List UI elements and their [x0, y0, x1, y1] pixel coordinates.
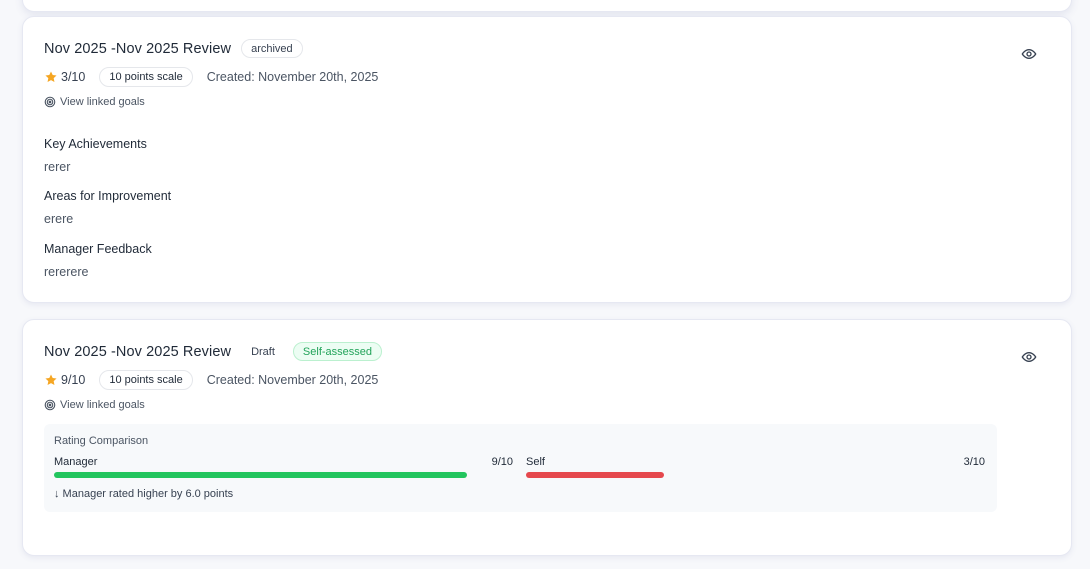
self-bar-track	[526, 472, 985, 478]
target-icon	[44, 399, 56, 411]
section-body: rerer	[44, 160, 71, 174]
manager-bar	[54, 472, 467, 478]
comparison-title: Rating Comparison	[54, 435, 149, 447]
review-title: Nov 2025 -Nov 2025 Review	[44, 343, 232, 360]
section-areas-for-improvement: Areas for Improvement erere	[44, 189, 171, 226]
eye-icon[interactable]	[1021, 46, 1037, 62]
status-badge: archived	[241, 39, 303, 58]
created-date: Created: November 20th, 2025	[206, 70, 379, 84]
review-meta: 3/10 10 points scale Created: November 2…	[44, 67, 378, 87]
section-key-achievements: Key Achievements rerer	[44, 137, 147, 174]
self-assessed-badge: Self-assessed	[292, 342, 383, 361]
manager-bar-track	[54, 472, 513, 478]
view-linked-goals-link[interactable]: View linked goals	[44, 399, 145, 411]
status-badge: Draft	[241, 342, 285, 361]
manager-value: 9/10	[491, 456, 513, 468]
section-body: erere	[44, 212, 74, 226]
review-card: Nov 2025 -Nov 2025 Review Draft Self-ass…	[22, 319, 1072, 556]
scale-badge: 10 points scale	[99, 370, 193, 390]
manager-label: Manager	[54, 456, 98, 468]
linked-goals-label: View linked goals	[60, 96, 145, 108]
linked-goals-label: View linked goals	[60, 399, 145, 411]
section-manager-feedback: Manager Feedback rererere	[44, 242, 152, 279]
reviews-page: Nov 2025 -Nov 2025 Review archived 3/10 …	[0, 0, 1090, 569]
section-title: Key Achievements	[44, 137, 147, 151]
view-linked-goals-link[interactable]: View linked goals	[44, 96, 145, 108]
review-meta: 9/10 10 points scale Created: November 2…	[44, 370, 378, 390]
rating-value: 9/10	[61, 373, 86, 387]
review-title-row: Nov 2025 -Nov 2025 Review Draft Self-ass…	[44, 342, 383, 361]
review-card: Nov 2025 -Nov 2025 Review archived 3/10 …	[22, 16, 1072, 303]
star-icon	[45, 71, 57, 83]
eye-icon[interactable]	[1021, 349, 1037, 365]
section-title: Areas for Improvement	[44, 189, 172, 203]
review-title: Nov 2025 -Nov 2025 Review	[44, 40, 232, 57]
target-icon	[44, 96, 56, 108]
comparison-note: ↓ Manager rated higher by 6.0 points	[54, 488, 234, 500]
scale-badge: 10 points scale	[99, 67, 193, 87]
star-icon	[45, 374, 57, 386]
created-date: Created: November 20th, 2025	[206, 373, 379, 387]
rating-comparison: Rating Comparison Manager 9/10 Self 3/10…	[44, 424, 997, 512]
review-title-row: Nov 2025 -Nov 2025 Review archived	[44, 39, 303, 58]
section-title: Manager Feedback	[44, 242, 152, 256]
previous-review-card	[22, 0, 1072, 12]
self-bar	[526, 472, 664, 478]
section-body: rererere	[44, 265, 89, 279]
self-label: Self	[526, 456, 545, 468]
self-value: 3/10	[963, 456, 985, 468]
rating-value: 3/10	[61, 70, 86, 84]
